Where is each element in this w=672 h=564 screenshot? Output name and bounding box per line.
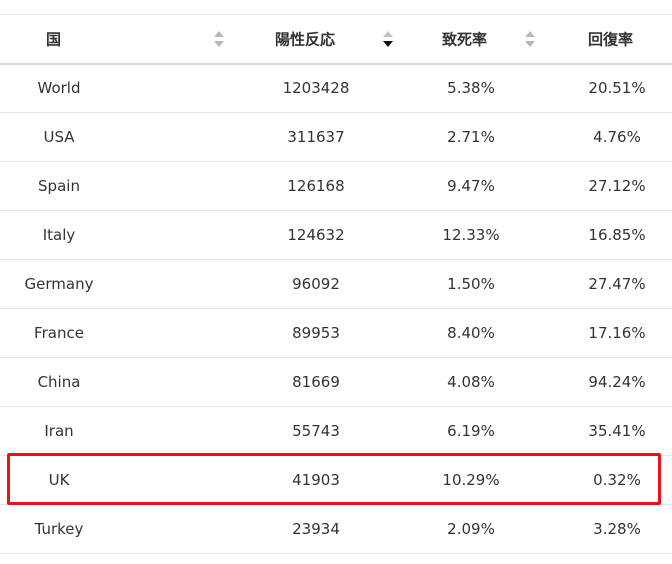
recovery-rate-cell: 27.47%: [588, 275, 646, 293]
positive-cell: 96092: [292, 275, 340, 293]
death-rate-cell: 6.19%: [447, 422, 495, 440]
country-cell: UK: [48, 471, 70, 489]
positive-cell: 89953: [292, 324, 340, 342]
death-rate-cell: 9.47%: [447, 177, 495, 195]
recovery-rate-cell: 3.28%: [593, 520, 641, 538]
column-header-country-label: 国: [46, 30, 62, 49]
column-header-recovery-rate[interactable]: 回復率: [550, 15, 672, 64]
country-cell: Germany: [24, 275, 94, 293]
country-cell: Iran: [44, 422, 74, 440]
country-cell: Turkey: [34, 520, 84, 538]
positive-cell: 81669: [292, 373, 340, 391]
header-row: 国 陽性反応 致死率 回復率: [0, 14, 672, 64]
positive-cell: 124632: [287, 226, 345, 244]
table-row: China 81669 4.08% 94.24%: [0, 358, 672, 407]
table-row: Iran 55743 6.19% 35.41%: [0, 407, 672, 456]
death-rate-cell: 2.09%: [447, 520, 495, 538]
death-rate-cell: 10.29%: [442, 471, 500, 489]
table-row: Spain 126168 9.47% 27.12%: [0, 162, 672, 211]
death-rate-cell: 4.08%: [447, 373, 495, 391]
covid-stats-table-container: 国 陽性反応 致死率 回復率 World 1203428 5.38% 20.51…: [0, 14, 672, 554]
positive-cell: 126168: [287, 177, 345, 195]
death-rate-cell: 5.38%: [447, 79, 495, 98]
column-header-country[interactable]: 国: [0, 15, 240, 64]
country-cell: USA: [43, 128, 75, 146]
recovery-rate-cell: 0.32%: [593, 471, 641, 489]
country-cell: France: [34, 324, 84, 342]
positive-cell: 41903: [292, 471, 340, 489]
country-cell: Italy: [42, 226, 76, 244]
recovery-rate-cell: 16.85%: [588, 226, 646, 244]
death-rate-cell: 8.40%: [447, 324, 495, 342]
table-row: World 1203428 5.38% 20.51%: [0, 64, 672, 113]
table-row: USA 311637 2.71% 4.76%: [0, 113, 672, 162]
death-rate-cell: 1.50%: [447, 275, 495, 293]
death-rate-cell: 2.71%: [447, 128, 495, 146]
country-cell: Spain: [38, 177, 80, 195]
sort-icon[interactable]: [214, 30, 224, 47]
table-header: 国 陽性反応 致死率 回復率: [0, 14, 672, 64]
recovery-rate-cell: 94.24%: [588, 373, 646, 391]
table-row: Germany 96092 1.50% 27.47%: [0, 260, 672, 309]
column-header-recovery-rate-label: 回復率: [588, 30, 634, 49]
positive-cell: 55743: [292, 422, 340, 440]
sort-descending-icon[interactable]: [383, 30, 393, 47]
table-row: Turkey 23934 2.09% 3.28%: [0, 505, 672, 554]
table-body: World 1203428 5.38% 20.51% USA 311637 2.…: [0, 64, 672, 554]
positive-cell: 1203428: [282, 79, 350, 98]
recovery-rate-cell: 35.41%: [588, 422, 646, 440]
recovery-rate-cell: 4.76%: [593, 128, 641, 146]
positive-cell: 23934: [292, 520, 340, 538]
table-row: France 89953 8.40% 17.16%: [0, 309, 672, 358]
positive-cell: 311637: [287, 128, 345, 146]
column-header-death-rate-label: 致死率: [442, 30, 488, 49]
country-cell: China: [37, 373, 81, 391]
table-row: Italy 124632 12.33% 16.85%: [0, 211, 672, 260]
table-row-highlighted: UK 41903 10.29% 0.32%: [0, 456, 672, 505]
covid-stats-table: 国 陽性反応 致死率 回復率 World 1203428 5.38% 20.51…: [0, 14, 672, 554]
recovery-rate-cell: 20.51%: [588, 79, 646, 98]
column-header-positive-label: 陽性反応: [275, 30, 336, 49]
death-rate-cell: 12.33%: [442, 226, 500, 244]
recovery-rate-cell: 17.16%: [588, 324, 646, 342]
sort-icon[interactable]: [525, 30, 535, 47]
column-header-positive[interactable]: 陽性反応: [240, 15, 408, 64]
country-cell: World: [37, 79, 81, 98]
recovery-rate-cell: 27.12%: [588, 177, 646, 195]
column-header-death-rate[interactable]: 致死率: [408, 15, 550, 64]
